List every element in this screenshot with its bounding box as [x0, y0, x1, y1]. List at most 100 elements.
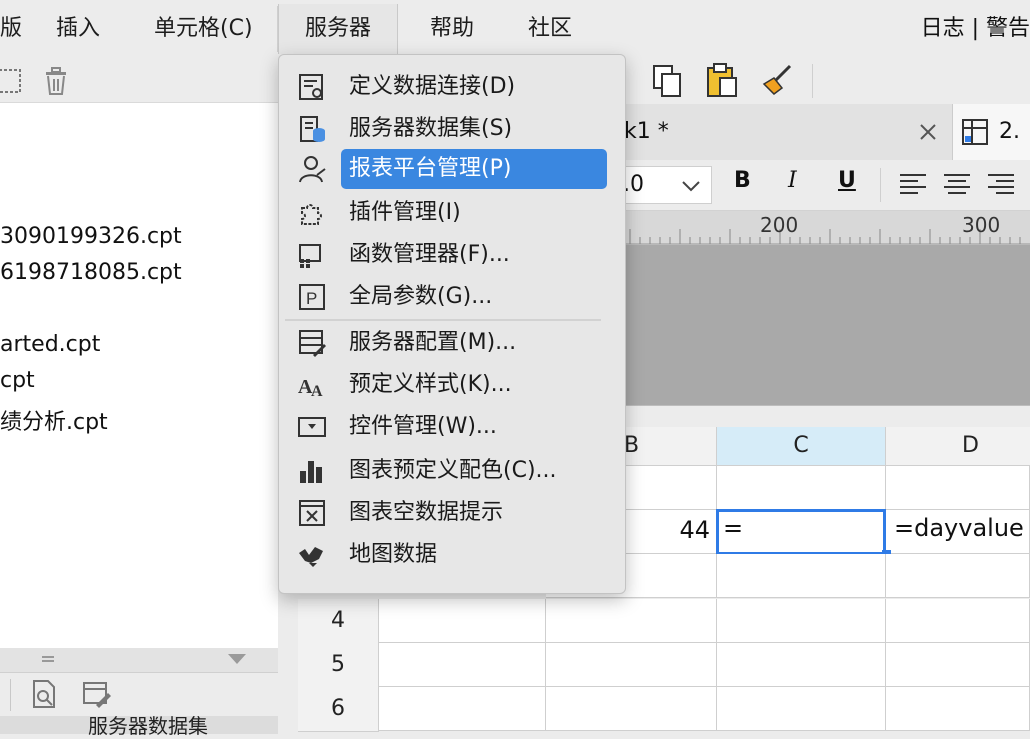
close-tab-icon[interactable]: [918, 122, 938, 142]
align-center-icon[interactable]: [942, 172, 972, 198]
paste-icon[interactable]: [706, 62, 740, 98]
menu-item-template[interactable]: 版: [0, 14, 22, 44]
chart-empty-icon: [299, 500, 325, 526]
cell-d2[interactable]: =dayvalue: [886, 510, 1030, 554]
server-dataset-tab[interactable]: 服务器数据集: [88, 710, 208, 739]
menu-item-insert[interactable]: 插入: [56, 14, 100, 44]
menu-chart-predefined-colors[interactable]: 图表预定义配色(C)...: [279, 451, 625, 491]
delete-icon[interactable]: [42, 66, 70, 96]
cell[interactable]: [717, 643, 886, 687]
plugin-icon: [301, 204, 322, 225]
menu-item-label: 预定义样式(K)...: [349, 372, 512, 397]
cell[interactable]: [379, 687, 546, 731]
cell[interactable]: [717, 687, 886, 731]
menu-widget-management[interactable]: 控件管理(W)...: [279, 407, 625, 447]
bold-icon[interactable]: B: [734, 168, 751, 193]
column-header-c[interactable]: C: [717, 427, 886, 466]
menu-server-configuration[interactable]: 服务器配置(M)...: [279, 323, 625, 363]
file-item[interactable]: cpt: [0, 368, 35, 393]
chevron-down-icon: [682, 181, 700, 192]
cell[interactable]: [717, 599, 886, 643]
report-file-icon: [962, 119, 988, 145]
menu-item-label: 控件管理(W)...: [349, 414, 497, 439]
menu-item-label: 插件管理(I): [349, 200, 461, 225]
copy-icon[interactable]: [650, 64, 684, 98]
cell[interactable]: [886, 599, 1030, 643]
chart-color-icon: [300, 461, 322, 483]
cell[interactable]: [717, 466, 886, 510]
cell[interactable]: [886, 687, 1030, 731]
menu-item-label: 全局参数(G)...: [349, 284, 493, 309]
cell[interactable]: [546, 599, 717, 643]
menu-item-label: 图表空数据提示: [349, 500, 504, 525]
file-item[interactable]: 6198718085.cpt: [0, 260, 182, 285]
menu-report-platform-management[interactable]: 报表平台管理(P): [279, 149, 625, 189]
align-right-icon[interactable]: [986, 172, 1016, 198]
cell-d2-value: =dayvalue: [894, 514, 1024, 542]
cell[interactable]: [886, 554, 1030, 598]
file-item[interactable]: 3090199326.cpt: [0, 224, 182, 249]
menu-item-community[interactable]: 社区: [528, 14, 572, 44]
tab-report2[interactable]: 2.: [952, 104, 1030, 160]
underline-icon[interactable]: U: [838, 168, 856, 193]
file-item[interactable]: 绩分析.cpt: [0, 404, 108, 436]
format-painter-icon[interactable]: [760, 62, 796, 98]
row-header-6[interactable]: 6: [298, 687, 379, 732]
menu-item-label: 函数管理器(F)...: [349, 242, 510, 267]
cell[interactable]: [379, 599, 546, 643]
cell[interactable]: [717, 554, 886, 598]
edit-dataset-icon[interactable]: [82, 679, 112, 711]
menu-bar: 版 插入 单元格(C) 服务器 帮助 社区 日志 | 警告: [0, 0, 1030, 59]
ruler-label: 200: [760, 213, 799, 237]
cell[interactable]: [546, 687, 717, 731]
function-icon: [299, 244, 321, 268]
menu-define-data-connection[interactable]: 定义数据连接(D): [279, 67, 625, 107]
refresh-icon[interactable]: [0, 66, 24, 94]
menu-predefined-styles[interactable]: A A 预定义样式(K)...: [279, 365, 625, 405]
preview-dataset-icon[interactable]: [30, 679, 58, 711]
menu-item-server[interactable]: 服务器: [278, 4, 398, 54]
menu-server-dataset[interactable]: 服务器数据集(S): [279, 109, 625, 149]
menu-item-cell[interactable]: 单元格(C): [154, 14, 253, 44]
file-tree-toolbar: [0, 58, 278, 103]
row-header-5[interactable]: 5: [298, 643, 379, 688]
menu-separator: [285, 319, 601, 321]
svg-text:P: P: [306, 289, 317, 308]
log-warning-label[interactable]: 日志 | 警告: [921, 14, 1030, 44]
menu-global-parameters[interactable]: P 全局参数(G)...: [279, 277, 625, 317]
menu-function-manager[interactable]: 函数管理器(F)...: [279, 235, 625, 275]
menu-plugin-management[interactable]: 插件管理(I): [279, 193, 625, 233]
menu-item-label: 地图数据: [349, 542, 438, 567]
parameter-icon: P: [299, 284, 325, 310]
cell[interactable]: [886, 643, 1030, 687]
ruler-label: 300: [962, 213, 1001, 237]
user-icon: [299, 156, 326, 183]
server-config-icon: [299, 330, 326, 357]
column-header-d[interactable]: D: [886, 427, 1030, 466]
widget-icon: [298, 417, 326, 437]
row-header-4[interactable]: 4: [298, 599, 379, 644]
menu-item-label: 报表平台管理(P): [349, 156, 512, 181]
panel-resize-handle[interactable]: [0, 648, 278, 672]
server-menu-dropdown: 定义数据连接(D) 服务器数据集(S) 报表平台管理(P) 插件管理(I) 函数…: [278, 54, 626, 594]
bottom-tab-bar: 服务器数据集: [0, 714, 278, 738]
menu-chart-empty-data-hint[interactable]: 图表空数据提示: [279, 493, 625, 533]
style-icon: A A: [298, 376, 323, 399]
menu-item-label: 定义数据连接(D): [349, 74, 516, 99]
file-item[interactable]: arted.cpt: [0, 332, 100, 357]
menu-item-help[interactable]: 帮助: [430, 14, 474, 44]
tab-workbook1[interactable]: k1 *: [624, 104, 669, 160]
cell[interactable]: [886, 466, 1030, 510]
font-size-select[interactable]: .0: [618, 166, 712, 204]
italic-icon[interactable]: I: [788, 168, 797, 193]
collapse-down-icon[interactable]: [226, 652, 248, 666]
cell[interactable]: [379, 643, 546, 687]
align-left-icon[interactable]: [898, 172, 928, 198]
selected-cell-outline: [716, 509, 886, 555]
menu-map-data[interactable]: 地图数据: [279, 535, 625, 575]
menu-item-label: 图表预定义配色(C)...: [349, 458, 557, 483]
font-size-value: .0: [623, 172, 644, 197]
tab-report2-label: 2.: [999, 119, 1020, 144]
cell[interactable]: [546, 643, 717, 687]
menu-item-label: 服务器配置(M)...: [349, 330, 517, 355]
